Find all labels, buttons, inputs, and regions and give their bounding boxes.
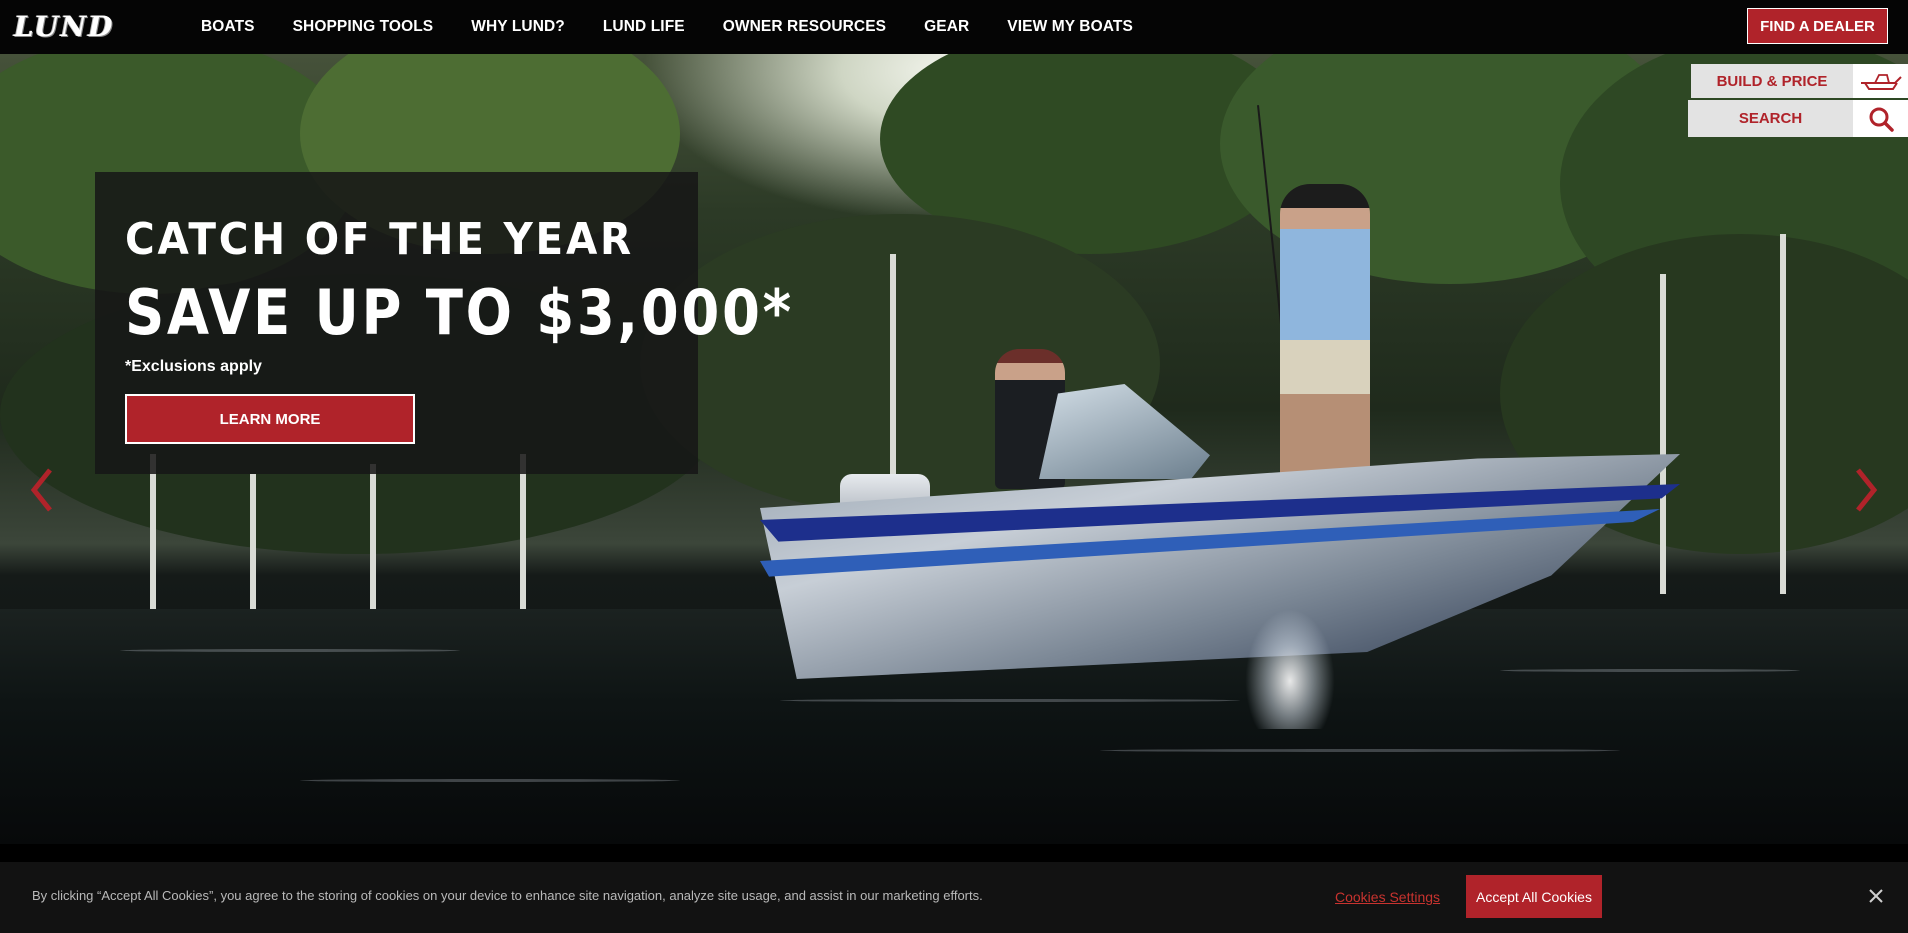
water-ripple: [1500, 669, 1800, 672]
nav-item-owner-resources[interactable]: OWNER RESOURCES: [723, 18, 886, 36]
find-a-dealer-button[interactable]: FIND A DEALER: [1747, 8, 1888, 44]
carousel-prev-button[interactable]: [26, 464, 56, 516]
nav-item-view-my-boats[interactable]: VIEW MY BOATS: [1007, 18, 1133, 36]
hero-banner: CATCH OF THE YEAR SAVE UP TO $3,000* *Ex…: [0, 54, 1908, 844]
water-ripple: [780, 699, 1240, 702]
water-ripple: [1100, 749, 1620, 752]
cookie-close-button[interactable]: [1866, 886, 1886, 906]
top-navigation: LUND BOATS SHOPPING TOOLS WHY LUND? LUND…: [0, 0, 1908, 54]
nav-item-boats[interactable]: BOATS: [201, 18, 255, 36]
angler-standing: [1280, 184, 1370, 484]
chevron-right-icon: [1856, 468, 1878, 512]
nav-item-why-lund[interactable]: WHY LUND?: [471, 18, 565, 36]
build-and-price-button[interactable]: BUILD & PRICE: [1691, 64, 1853, 98]
cookies-settings-link[interactable]: Cookies Settings: [1335, 889, 1440, 905]
promo-subheadline: SAVE UP TO $3,000*: [125, 276, 794, 349]
accept-all-cookies-button[interactable]: Accept All Cookies: [1466, 875, 1602, 918]
birch-trunk: [520, 454, 526, 624]
birch-trunk: [150, 454, 156, 629]
nav-item-gear[interactable]: GEAR: [924, 18, 969, 36]
close-icon: [1869, 889, 1883, 903]
birch-trunk: [890, 254, 896, 494]
search-icon: [1869, 107, 1894, 132]
cookie-consent-banner: By clicking “Accept All Cookies”, you ag…: [0, 862, 1908, 933]
search-button[interactable]: SEARCH: [1688, 100, 1853, 137]
lund-logo[interactable]: LUND: [14, 13, 168, 41]
water-ripple: [120, 649, 460, 652]
learn-more-button[interactable]: LEARN MORE: [125, 394, 415, 444]
cookie-consent-text: By clicking “Accept All Cookies”, you ag…: [32, 888, 983, 903]
birch-trunk: [250, 474, 256, 624]
birch-trunk: [370, 464, 376, 624]
water-splash: [1245, 609, 1335, 729]
water-ripple: [300, 779, 680, 782]
nav-item-lund-life[interactable]: LUND LIFE: [603, 18, 685, 36]
main-menu: BOATS SHOPPING TOOLS WHY LUND? LUND LIFE…: [201, 0, 1171, 54]
promo-card: CATCH OF THE YEAR SAVE UP TO $3,000* *Ex…: [95, 172, 791, 474]
build-and-price-icon-button[interactable]: [1853, 64, 1908, 98]
boat-icon: [1860, 74, 1902, 90]
nav-item-shopping-tools[interactable]: SHOPPING TOOLS: [293, 18, 434, 36]
promo-disclaimer: *Exclusions apply: [125, 358, 262, 375]
carousel-next-button[interactable]: [1852, 464, 1882, 516]
search-icon-button[interactable]: [1853, 100, 1908, 137]
birch-trunk: [1780, 234, 1786, 594]
promo-headline: CATCH OF THE YEAR: [125, 214, 634, 265]
birch-trunk: [1660, 274, 1666, 594]
chevron-left-icon: [30, 468, 52, 512]
